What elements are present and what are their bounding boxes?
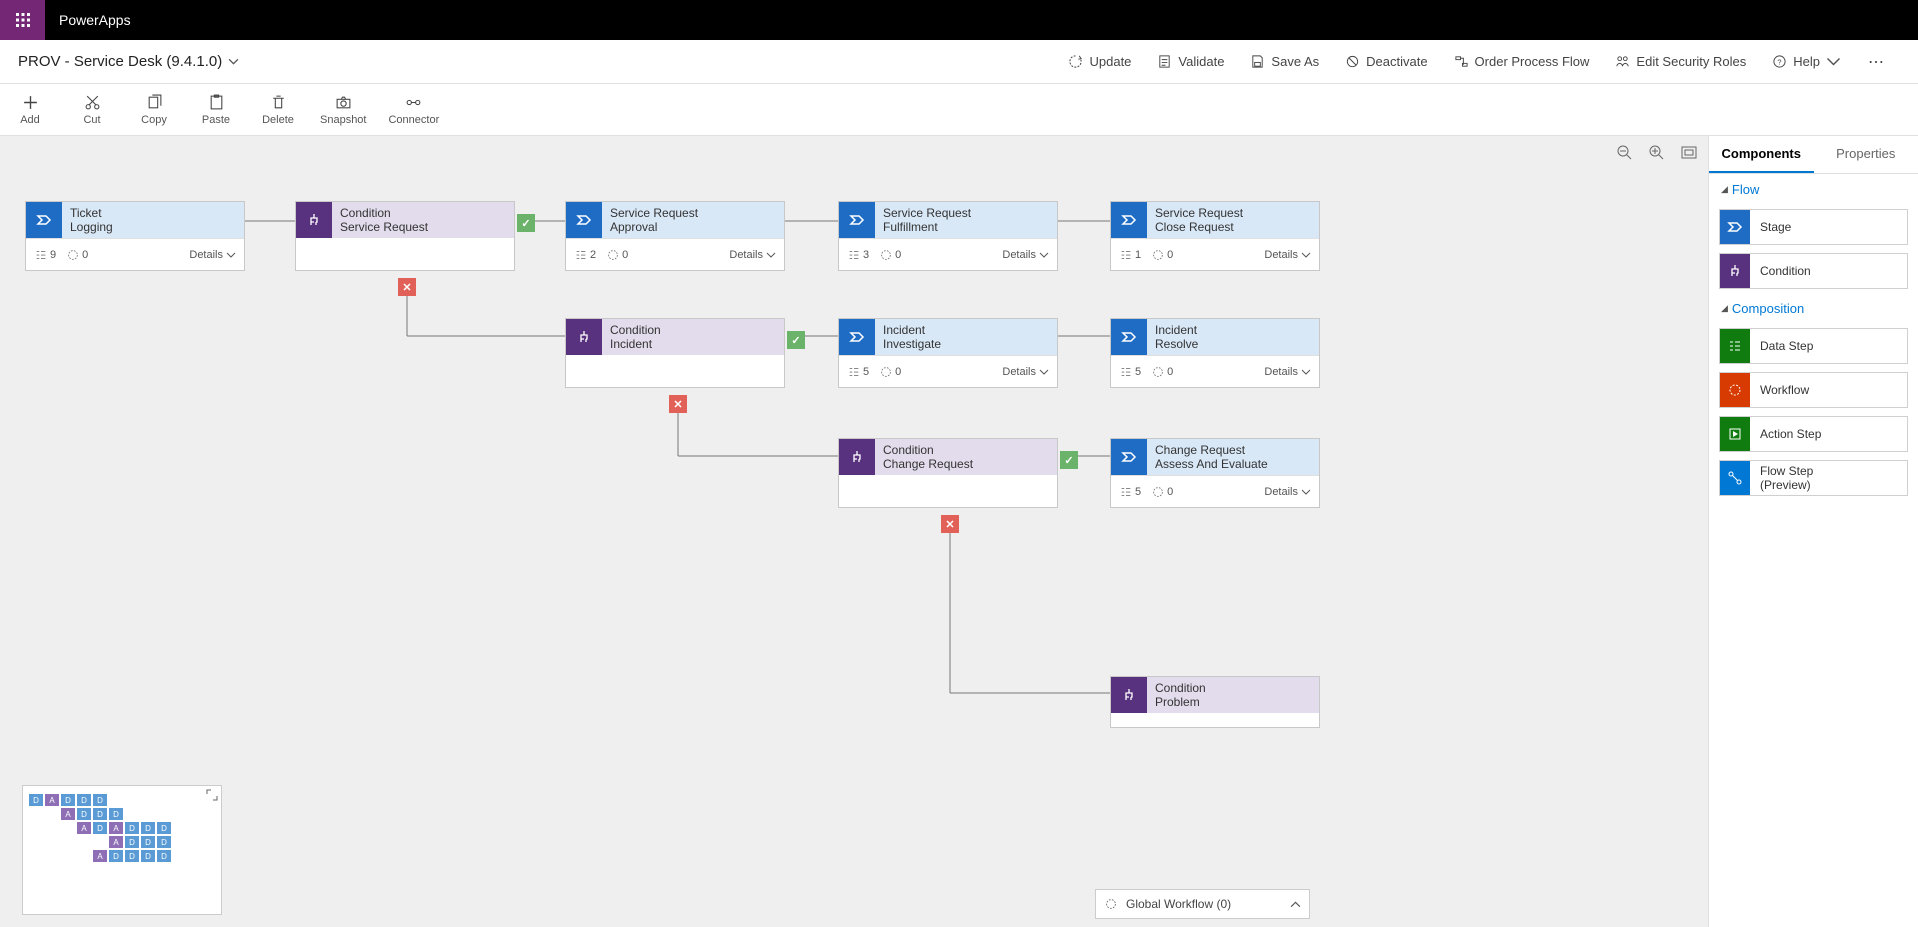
tab-components[interactable]: Components (1709, 136, 1814, 173)
condition-false-badge: ✕ (398, 278, 416, 296)
validate-button[interactable]: Validate (1144, 54, 1237, 69)
minimap[interactable]: DADDD ADDD ADADDD ADDD ADDDD (22, 785, 222, 915)
stage-cr-assess[interactable]: Change RequestAssess And Evaluate 50Deta… (1110, 438, 1320, 508)
steps-count: 9 (34, 248, 56, 262)
stage-icon (1121, 449, 1137, 465)
chevron-down-icon (1826, 54, 1841, 69)
saveas-button[interactable]: Save As (1237, 54, 1332, 69)
tab-properties[interactable]: Properties (1814, 136, 1918, 173)
stage-icon (576, 212, 592, 228)
snapshot-button[interactable]: Snapshot (320, 94, 366, 126)
condition-incident[interactable]: ConditionIncident (565, 318, 785, 388)
condition-change-request[interactable]: ConditionChange Request (838, 438, 1058, 508)
group-composition[interactable]: ◢Composition (1709, 293, 1918, 324)
trash-icon (270, 94, 287, 111)
more-button[interactable]: ⋯ (1854, 52, 1900, 72)
chevron-down-icon (228, 56, 239, 67)
stage-sr-fulfillment[interactable]: Service RequestFulfillment 30Details (838, 201, 1058, 271)
flow-canvas[interactable]: TicketLogging 90Details ConditionService… (0, 136, 1708, 927)
details-toggle[interactable]: Details (1264, 366, 1311, 378)
deactivate-icon (1345, 54, 1360, 69)
stage-icon (1727, 219, 1743, 235)
delete-button[interactable]: Delete (258, 94, 298, 126)
clipboard-icon (1157, 54, 1172, 69)
actionstep-icon (1727, 426, 1743, 442)
waffle-icon (15, 12, 31, 28)
deactivate-button[interactable]: Deactivate (1332, 54, 1440, 69)
condition-true-badge: ✓ (1060, 451, 1078, 469)
details-toggle[interactable]: Details (189, 249, 236, 261)
stage-incident-resolve[interactable]: IncidentResolve 50Details (1110, 318, 1320, 388)
plus-icon (22, 94, 39, 111)
component-condition[interactable]: Condition (1719, 253, 1908, 289)
condition-icon (1121, 687, 1137, 703)
condition-true-badge: ✓ (787, 331, 805, 349)
add-button[interactable]: Add (10, 94, 50, 126)
stage-icon (1121, 329, 1137, 345)
brand-label: PowerApps (45, 12, 145, 28)
stage-icon (849, 212, 865, 228)
connector-button[interactable]: Connector (388, 94, 439, 126)
group-flow[interactable]: ◢Flow (1709, 174, 1918, 205)
workflow-count: 0 (66, 248, 88, 262)
component-actionstep[interactable]: Action Step (1719, 416, 1908, 452)
condition-icon (1727, 263, 1743, 279)
condition-icon (306, 212, 322, 228)
help-icon: ? (1772, 54, 1787, 69)
component-workflow[interactable]: Workflow (1719, 372, 1908, 408)
paste-icon (208, 94, 225, 111)
stage-incident-investigate[interactable]: IncidentInvestigate 50Details (838, 318, 1058, 388)
global-workflow-bar[interactable]: Global Workflow (0) (1095, 889, 1310, 919)
stage-sr-close[interactable]: Service RequestClose Request 10Details (1110, 201, 1320, 271)
camera-icon (335, 94, 352, 111)
connector-icon (405, 94, 422, 111)
chevron-up-icon (1290, 899, 1301, 910)
page-title[interactable]: PROV - Service Desk (9.4.1.0) (18, 53, 239, 70)
condition-false-badge: ✕ (941, 515, 959, 533)
workflow-icon (1727, 382, 1743, 398)
details-toggle[interactable]: Details (1264, 486, 1311, 498)
condition-service-request[interactable]: ConditionService Request (295, 201, 515, 271)
condition-icon (576, 329, 592, 345)
workflow-icon (1104, 897, 1118, 911)
component-stage[interactable]: Stage (1719, 209, 1908, 245)
details-toggle[interactable]: Details (729, 249, 776, 261)
save-icon (1250, 54, 1265, 69)
app-launcher[interactable] (0, 0, 45, 40)
right-panel: Components Properties ◢Flow Stage Condit… (1708, 136, 1918, 927)
update-button[interactable]: Update (1055, 54, 1144, 69)
stage-icon (1121, 212, 1137, 228)
component-flowstep[interactable]: Flow Step (Preview) (1719, 460, 1908, 496)
stage-icon (849, 329, 865, 345)
condition-problem[interactable]: ConditionProblem (1110, 676, 1320, 728)
details-toggle[interactable]: Details (1264, 249, 1311, 261)
cut-button[interactable]: Cut (72, 94, 112, 126)
condition-icon (849, 449, 865, 465)
condition-false-badge: ✕ (669, 395, 687, 413)
stage-icon (36, 212, 52, 228)
order-icon (1454, 54, 1469, 69)
security-button[interactable]: Edit Security Roles (1602, 54, 1759, 69)
scissors-icon (84, 94, 101, 111)
details-toggle[interactable]: Details (1002, 249, 1049, 261)
security-roles-icon (1615, 54, 1630, 69)
copy-button[interactable]: Copy (134, 94, 174, 126)
stage-ticket-logging[interactable]: TicketLogging 90Details (25, 201, 245, 271)
help-button[interactable]: ?Help (1759, 54, 1854, 69)
component-datastep[interactable]: Data Step (1719, 328, 1908, 364)
refresh-icon (1068, 54, 1083, 69)
order-button[interactable]: Order Process Flow (1441, 54, 1603, 69)
condition-true-badge: ✓ (517, 214, 535, 232)
datastep-icon (1727, 338, 1743, 354)
details-toggle[interactable]: Details (1002, 366, 1049, 378)
copy-icon (146, 94, 163, 111)
flowstep-icon (1727, 470, 1743, 486)
stage-sr-approval[interactable]: Service RequestApproval 20Details (565, 201, 785, 271)
paste-button[interactable]: Paste (196, 94, 236, 126)
svg-text:?: ? (1778, 57, 1782, 66)
